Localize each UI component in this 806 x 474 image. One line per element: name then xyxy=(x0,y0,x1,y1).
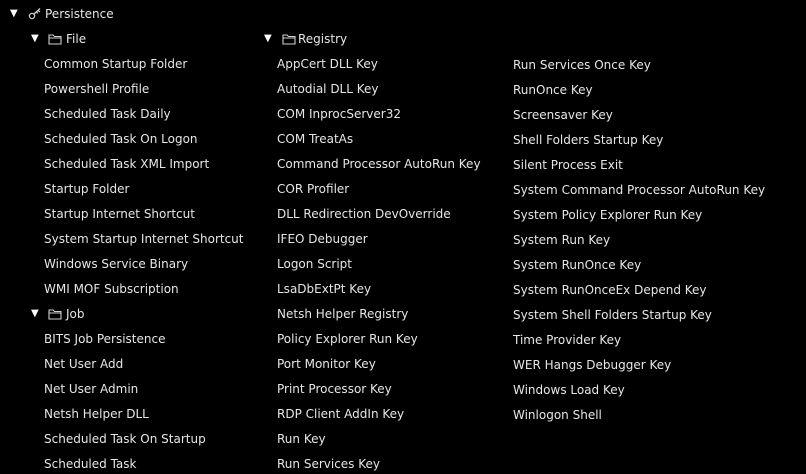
tree-item[interactable]: Autodial DLL Key xyxy=(277,79,379,99)
tree-item[interactable]: Port Monitor Key xyxy=(277,354,376,374)
tree-item[interactable]: Netsh Helper DLL xyxy=(44,404,149,424)
tree-item[interactable]: Scheduled Task On Logon xyxy=(44,129,198,149)
tree-item[interactable]: System Run Key xyxy=(513,230,610,250)
tree-item[interactable]: Scheduled Task Daily xyxy=(44,104,171,124)
tree-item[interactable]: WMI MOF Subscription xyxy=(44,279,179,299)
tree-item[interactable]: Command Processor AutoRun Key xyxy=(277,154,481,174)
tree-node-persistence[interactable]: ▼ Persistence xyxy=(0,4,200,24)
tree-node-label: Registry xyxy=(298,32,348,46)
tree-item[interactable]: Net User Admin xyxy=(44,379,138,399)
tree-item[interactable]: Scheduled Task XML Import xyxy=(44,154,209,174)
tree-item[interactable]: Startup Internet Shortcut xyxy=(44,204,195,224)
tree-item[interactable]: Startup Folder xyxy=(44,179,129,199)
tree-item[interactable]: Windows Service Binary xyxy=(44,254,188,274)
folder-icon xyxy=(282,29,296,49)
tree-item[interactable]: Screensaver Key xyxy=(513,105,613,125)
expand-triangle-icon[interactable]: ▼ xyxy=(31,304,41,324)
tree-item[interactable]: Net User Add xyxy=(44,354,123,374)
tree-item[interactable]: System Shell Folders Startup Key xyxy=(513,305,712,325)
tree-item[interactable]: System Startup Internet Shortcut xyxy=(44,229,244,249)
tree-item[interactable]: COR Profiler xyxy=(277,179,349,199)
tree-item[interactable]: RDP Client AddIn Key xyxy=(277,404,404,424)
folder-icon xyxy=(48,29,62,49)
tree-node-registry[interactable]: ▼ Registry xyxy=(262,29,462,49)
tree-item[interactable]: Netsh Helper Registry xyxy=(277,304,408,324)
tree-item[interactable]: LsaDbExtPt Key xyxy=(277,279,371,299)
tree-node-label: Persistence xyxy=(45,7,114,21)
folder-icon xyxy=(48,304,62,324)
tree-item[interactable]: Winlogon Shell xyxy=(513,405,602,425)
tree-item[interactable]: Time Provider Key xyxy=(513,330,621,350)
tree-item[interactable]: Run Services Key xyxy=(277,454,380,474)
tree-item[interactable]: IFEO Debugger xyxy=(277,229,368,249)
tree-item[interactable]: Scheduled Task xyxy=(44,454,136,474)
tree-item[interactable]: DLL Redirection DevOverride xyxy=(277,204,451,224)
tree-item[interactable]: WER Hangs Debugger Key xyxy=(513,355,671,375)
expand-triangle-icon[interactable]: ▼ xyxy=(264,29,274,49)
tree-item[interactable]: System RunOnceEx Depend Key xyxy=(513,280,707,300)
tree-node-label: Job xyxy=(66,307,85,321)
tree-item[interactable]: Run Services Once Key xyxy=(513,55,651,75)
tree-node-file[interactable]: ▼ File xyxy=(0,29,200,49)
tree-item[interactable]: AppCert DLL Key xyxy=(277,54,378,74)
tree-item[interactable]: RunOnce Key xyxy=(513,80,593,100)
tree-item[interactable]: Policy Explorer Run Key xyxy=(277,329,418,349)
tree-item[interactable]: Scheduled Task On Startup xyxy=(44,429,206,449)
tree-item[interactable]: System RunOnce Key xyxy=(513,255,641,275)
key-icon xyxy=(28,4,42,24)
tree-node-job[interactable]: ▼ Job xyxy=(0,304,200,324)
expand-triangle-icon[interactable]: ▼ xyxy=(31,29,41,49)
tree-item[interactable]: Powershell Profile xyxy=(44,79,149,99)
tree-item[interactable]: Logon Script xyxy=(277,254,352,274)
tree-item[interactable]: Windows Load Key xyxy=(513,380,625,400)
tree-item[interactable]: System Command Processor AutoRun Key xyxy=(513,180,765,200)
expand-triangle-icon[interactable]: ▼ xyxy=(10,4,20,24)
tree-item[interactable]: Run Key xyxy=(277,429,326,449)
tree-node-label: File xyxy=(66,32,87,46)
tree-item[interactable]: System Policy Explorer Run Key xyxy=(513,205,702,225)
tree-item[interactable]: Shell Folders Startup Key xyxy=(513,130,663,150)
tree-item[interactable]: Print Processor Key xyxy=(277,379,392,399)
tree-item[interactable]: COM TreatAs xyxy=(277,129,353,149)
tree-item[interactable]: COM InprocServer32 xyxy=(277,104,401,124)
tree-item[interactable]: Common Startup Folder xyxy=(44,54,187,74)
tree-item[interactable]: BITS Job Persistence xyxy=(44,329,165,349)
tree-item[interactable]: Silent Process Exit xyxy=(513,155,623,175)
